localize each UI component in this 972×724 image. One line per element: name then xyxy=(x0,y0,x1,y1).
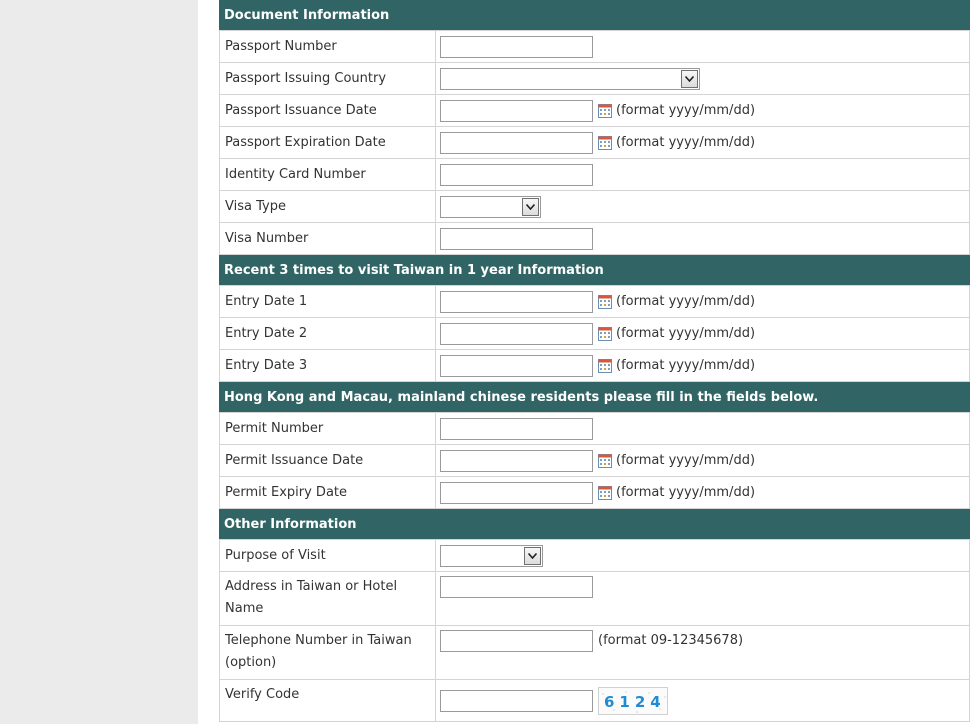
permit-expiry-date-cell: (format yyyy/mm/dd) xyxy=(436,477,969,508)
chevron-down-icon[interactable] xyxy=(681,69,698,88)
row-identity-card-number: Identity Card Number xyxy=(219,159,970,191)
calendar-icon[interactable] xyxy=(598,358,612,373)
calendar-icon[interactable] xyxy=(598,103,612,118)
entry-date-2-cell: (format yyyy/mm/dd) xyxy=(436,318,969,349)
calendar-icon[interactable] xyxy=(598,485,612,500)
row-entry-date-1: Entry Date 1 (format yyyy/mm/dd) xyxy=(219,286,970,318)
entry-date-2-input[interactable] xyxy=(440,322,593,345)
passport-number-cell xyxy=(436,31,969,62)
passport-issuing-country-cell xyxy=(436,63,969,94)
phone-format-hint: (format 09-12345678) xyxy=(598,633,744,648)
calendar-icon[interactable] xyxy=(598,453,612,468)
telephone-in-taiwan-cell: (format 09-12345678) xyxy=(436,626,969,679)
visa-type-label: Visa Type xyxy=(220,191,436,222)
permit-expiry-date-input[interactable] xyxy=(440,481,593,504)
passport-expiration-date-label: Passport Expiration Date xyxy=(220,127,436,158)
telephone-in-taiwan-label: Telephone Number in Taiwan (option) xyxy=(220,626,436,679)
identity-card-number-input[interactable] xyxy=(440,163,593,186)
verify-code-label: Verify Code xyxy=(220,680,436,721)
passport-issuance-date-cell: (format yyyy/mm/dd) xyxy=(436,95,969,126)
permit-number-label: Permit Number xyxy=(220,413,436,444)
visa-number-cell xyxy=(436,223,969,254)
section-document-information: Document Information xyxy=(219,0,970,31)
date-format-hint: (format yyyy/mm/dd) xyxy=(616,326,756,341)
date-format-hint: (format yyyy/mm/dd) xyxy=(616,135,756,150)
row-purpose-of-visit: Purpose of Visit xyxy=(219,540,970,572)
section-other-information: Other Information xyxy=(219,509,970,540)
passport-issuance-date-input[interactable] xyxy=(440,99,593,122)
section-recent-visits: Recent 3 times to visit Taiwan in 1 year… xyxy=(219,255,970,286)
purpose-of-visit-cell xyxy=(436,540,969,571)
row-permit-issuance-date: Permit Issuance Date (format yyyy/mm/dd) xyxy=(219,445,970,477)
visa-type-select[interactable] xyxy=(440,195,541,218)
row-passport-number: Passport Number xyxy=(219,31,970,63)
entry-date-1-cell: (format yyyy/mm/dd) xyxy=(436,286,969,317)
row-address-in-taiwan: Address in Taiwan or Hotel Name xyxy=(219,572,970,626)
row-entry-date-2: Entry Date 2 (format yyyy/mm/dd) xyxy=(219,318,970,350)
address-in-taiwan-cell xyxy=(436,572,969,625)
permit-issuance-date-input[interactable] xyxy=(440,449,593,472)
date-format-hint: (format yyyy/mm/dd) xyxy=(616,103,756,118)
passport-issuing-country-select[interactable] xyxy=(440,67,700,90)
visa-type-cell xyxy=(436,191,969,222)
passport-issuance-date-label: Passport Issuance Date xyxy=(220,95,436,126)
identity-card-number-cell xyxy=(436,159,969,190)
verify-code-cell: 6124 xyxy=(436,680,969,721)
passport-number-label: Passport Number xyxy=(220,31,436,62)
row-entry-date-3: Entry Date 3 (format yyyy/mm/dd) xyxy=(219,350,970,382)
entry-date-3-label: Entry Date 3 xyxy=(220,350,436,381)
row-telephone-in-taiwan: Telephone Number in Taiwan (option) (for… xyxy=(219,626,970,680)
row-passport-issuing-country: Passport Issuing Country xyxy=(219,63,970,95)
row-passport-issuance-date: Passport Issuance Date (format yyyy/mm/d… xyxy=(219,95,970,127)
identity-card-number-label: Identity Card Number xyxy=(220,159,436,190)
row-permit-number: Permit Number xyxy=(219,413,970,445)
passport-expiration-date-input[interactable] xyxy=(440,131,593,154)
row-visa-number: Visa Number xyxy=(219,223,970,255)
application-form: Document Information Passport Number Pas… xyxy=(219,0,970,722)
chevron-down-icon[interactable] xyxy=(524,546,541,565)
date-format-hint: (format yyyy/mm/dd) xyxy=(616,294,756,309)
visa-number-label: Visa Number xyxy=(220,223,436,254)
date-format-hint: (format yyyy/mm/dd) xyxy=(616,485,756,500)
address-in-taiwan-input[interactable] xyxy=(440,576,593,598)
purpose-of-visit-label: Purpose of Visit xyxy=(220,540,436,571)
chevron-down-icon[interactable] xyxy=(522,197,539,216)
visa-number-input[interactable] xyxy=(440,227,593,250)
row-visa-type: Visa Type xyxy=(219,191,970,223)
captcha-code: 6124 xyxy=(604,692,666,711)
permit-issuance-date-cell: (format yyyy/mm/dd) xyxy=(436,445,969,476)
entry-date-3-cell: (format yyyy/mm/dd) xyxy=(436,350,969,381)
captcha-image: 6124 xyxy=(598,686,668,715)
date-format-hint: (format yyyy/mm/dd) xyxy=(616,453,756,468)
calendar-icon[interactable] xyxy=(598,294,612,309)
entry-date-1-label: Entry Date 1 xyxy=(220,286,436,317)
passport-expiration-date-cell: (format yyyy/mm/dd) xyxy=(436,127,969,158)
permit-number-cell xyxy=(436,413,969,444)
calendar-icon[interactable] xyxy=(598,326,612,341)
permit-number-input[interactable] xyxy=(440,417,593,440)
calendar-icon[interactable] xyxy=(598,135,612,150)
section-hk-macau-residents: Hong Kong and Macau, mainland chinese re… xyxy=(219,382,970,413)
passport-number-input[interactable] xyxy=(440,35,593,58)
address-in-taiwan-label: Address in Taiwan or Hotel Name xyxy=(220,572,436,625)
date-format-hint: (format yyyy/mm/dd) xyxy=(616,358,756,373)
row-verify-code: Verify Code 6124 xyxy=(219,680,970,722)
permit-expiry-date-label: Permit Expiry Date xyxy=(220,477,436,508)
telephone-in-taiwan-input[interactable] xyxy=(440,630,593,652)
entry-date-2-label: Entry Date 2 xyxy=(220,318,436,349)
row-passport-expiration-date: Passport Expiration Date (format yyyy/mm… xyxy=(219,127,970,159)
entry-date-1-input[interactable] xyxy=(440,290,593,313)
purpose-of-visit-select[interactable] xyxy=(440,544,543,567)
row-permit-expiry-date: Permit Expiry Date (format yyyy/mm/dd) xyxy=(219,477,970,509)
passport-issuing-country-label: Passport Issuing Country xyxy=(220,63,436,94)
permit-issuance-date-label: Permit Issuance Date xyxy=(220,445,436,476)
entry-date-3-input[interactable] xyxy=(440,354,593,377)
verify-code-input[interactable] xyxy=(440,689,593,712)
